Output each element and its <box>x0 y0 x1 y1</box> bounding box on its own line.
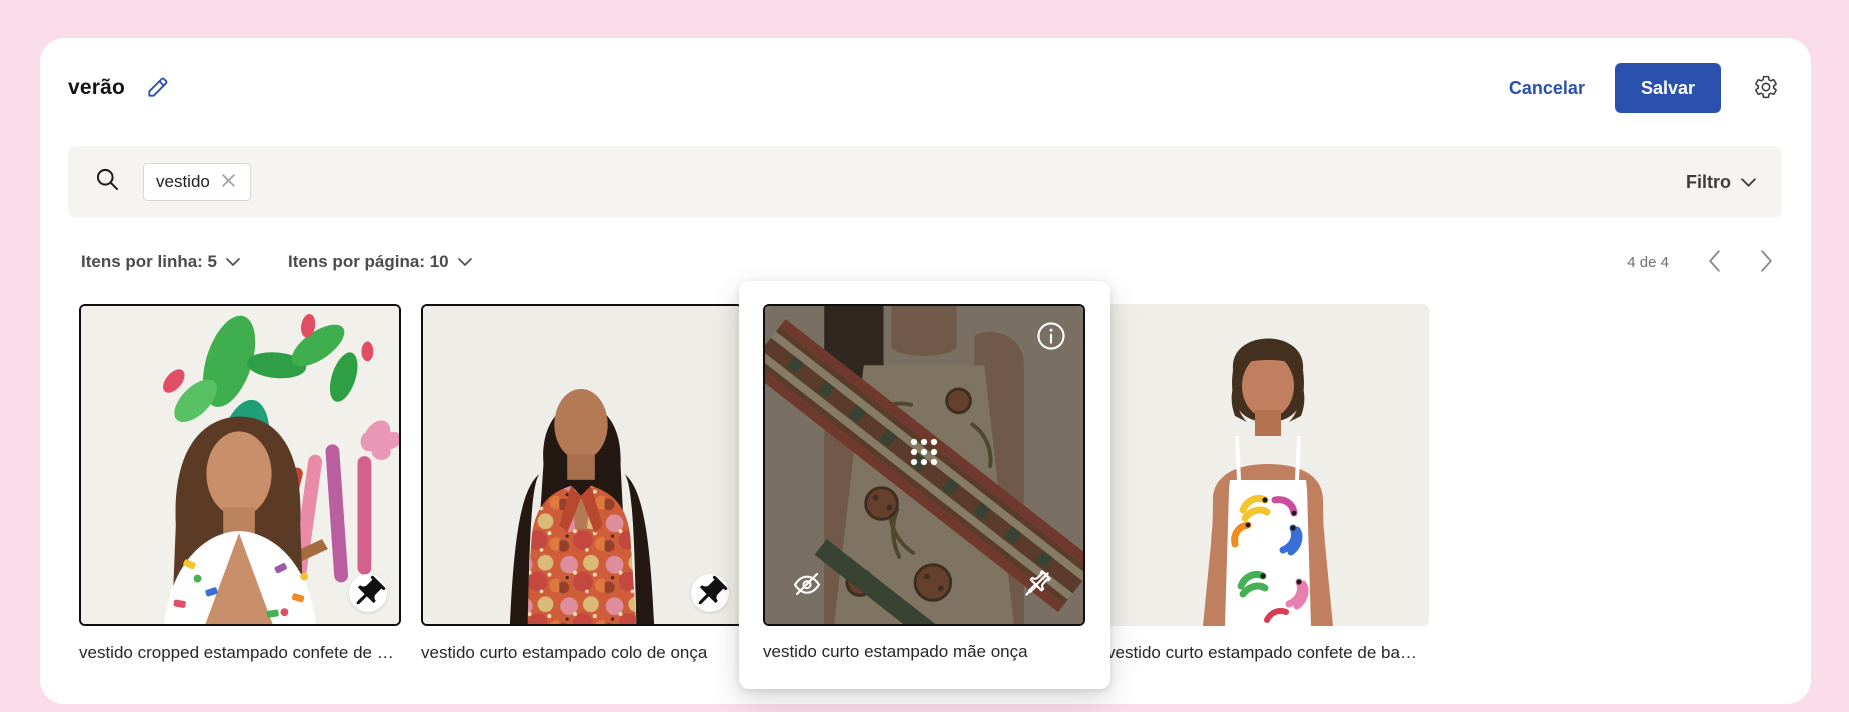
product-photo-onca-blazer-dress <box>423 306 741 624</box>
pinned-badge-button[interactable] <box>691 574 729 612</box>
product-title: vestido curto estampado colo de onça <box>421 643 743 663</box>
drag-handle[interactable] <box>908 436 940 468</box>
unpin-product-button[interactable] <box>1021 568 1053 600</box>
product-photo-cactus-dress <box>81 306 399 624</box>
product-card: vestido cropped estampado confete de … <box>79 304 401 663</box>
page-background: verão Cancelar Salvar <box>0 0 1849 712</box>
product-photo-banana-dress <box>1107 304 1429 626</box>
product-title: vestido curto estampado mãe onça <box>763 642 1085 662</box>
product-title: vestido curto estampado confete de ba… <box>1107 643 1429 663</box>
info-button[interactable] <box>1035 320 1067 352</box>
product-card: vestido curto estampado confete de ba… <box>1107 304 1429 663</box>
dragged-product-image[interactable] <box>763 304 1085 626</box>
pinned-badge-button[interactable] <box>349 574 387 612</box>
collection-editor-card: verão Cancelar Salvar <box>40 38 1811 704</box>
product-title: vestido cropped estampado confete de … <box>79 643 401 663</box>
hide-product-button[interactable] <box>791 568 823 600</box>
dragged-product-card[interactable]: vestido curto estampado mãe onça <box>739 281 1110 689</box>
product-grid: vestido cropped estampado confete de … <box>40 38 1811 704</box>
product-image-selected[interactable] <box>421 304 743 626</box>
product-image-selected[interactable] <box>79 304 401 626</box>
product-image[interactable] <box>1107 304 1429 626</box>
product-card: vestido curto estampado colo de onça <box>421 304 743 663</box>
